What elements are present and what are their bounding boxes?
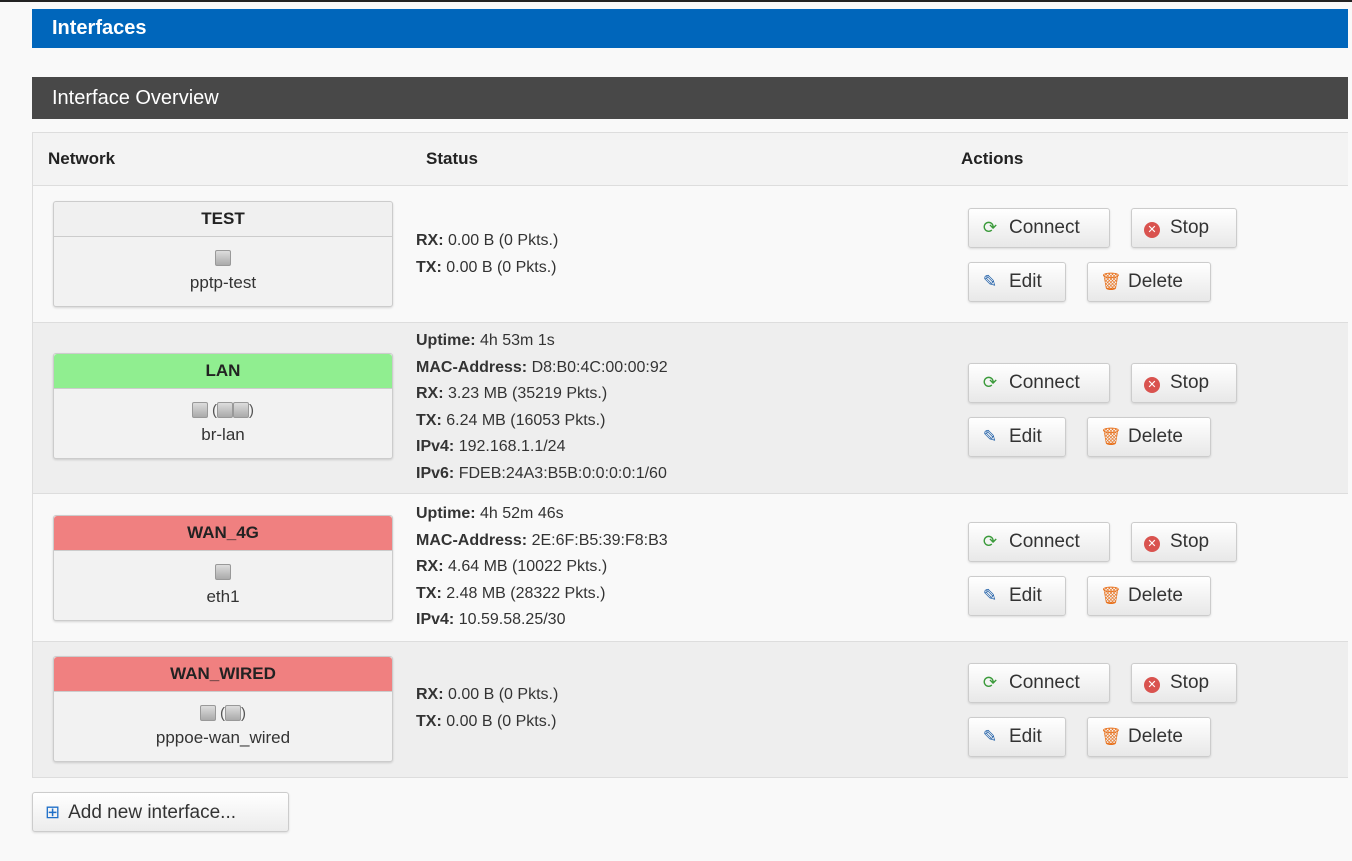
status-info: RX: 0.00 B (0 Pkts.) TX: 0.00 B (0 Pkts.… — [416, 232, 559, 276]
refresh-icon: ⟳ — [982, 673, 998, 692]
stop-button[interactable]: ✕ Stop — [1131, 663, 1237, 703]
table-row: LAN () br-lan Uptime: 4h 53m 1s MAC-Addr… — [33, 323, 1348, 494]
section-title: Interface Overview — [32, 77, 1348, 119]
status-info: Uptime: 4h 52m 46s MAC-Address: 2E:6F:B5… — [416, 505, 668, 628]
device-name: br-lan — [201, 425, 245, 444]
network-name: TEST — [54, 202, 392, 237]
network-name: WAN_4G — [54, 516, 392, 551]
connect-button[interactable]: ⟳ Connect — [968, 522, 1110, 562]
add-interface-button[interactable]: ⊞ Add new interface... — [32, 792, 289, 832]
page-title: Interfaces — [32, 9, 1348, 48]
table-row: WAN_4G eth1 Uptime: 4h 52m 46s MAC-Addre… — [33, 494, 1348, 642]
network-badge[interactable]: WAN_4G eth1 — [53, 515, 393, 621]
delete-button[interactable]: 🗑 Delete — [1087, 717, 1211, 757]
trash-icon: 🗑 — [1100, 727, 1122, 746]
top-border — [0, 0, 1352, 2]
edit-button[interactable]: ✎ Edit — [968, 717, 1066, 757]
stop-button[interactable]: ✕ Stop — [1131, 522, 1237, 562]
trash-icon: 🗑 — [1100, 586, 1122, 605]
interfaces-table: Network Status Actions TEST pptp-test RX… — [32, 132, 1348, 778]
column-status: Status — [426, 149, 478, 168]
status-info: RX: 0.00 B (0 Pkts.) TX: 0.00 B (0 Pkts.… — [416, 686, 559, 730]
delete-button[interactable]: 🗑 Delete — [1087, 576, 1211, 616]
network-badge[interactable]: LAN () br-lan — [53, 353, 393, 459]
connect-button[interactable]: ⟳ Connect — [968, 208, 1110, 248]
network-name: LAN — [54, 354, 392, 389]
refresh-icon: ⟳ — [982, 373, 998, 392]
refresh-icon: ⟳ — [982, 218, 998, 237]
stop-icon: ✕ — [1144, 222, 1160, 238]
connect-button[interactable]: ⟳ Connect — [968, 663, 1110, 703]
status-info: Uptime: 4h 53m 1s MAC-Address: D8:B0:4C:… — [416, 332, 668, 482]
stop-icon: ✕ — [1144, 536, 1160, 552]
edit-icon: ✎ — [982, 427, 998, 446]
connect-button[interactable]: ⟳ Connect — [968, 363, 1110, 403]
ethernet-device-icon — [54, 563, 392, 583]
network-badge[interactable]: WAN_WIRED () pppoe-wan_wired — [53, 656, 393, 762]
edit-button[interactable]: ✎ Edit — [968, 576, 1066, 616]
trash-icon: 🗑 — [1100, 272, 1122, 291]
edit-button[interactable]: ✎ Edit — [968, 417, 1066, 457]
refresh-icon: ⟳ — [982, 532, 998, 551]
edit-button[interactable]: ✎ Edit — [968, 262, 1066, 302]
edit-icon: ✎ — [982, 727, 998, 746]
delete-button[interactable]: 🗑 Delete — [1087, 417, 1211, 457]
stop-icon: ✕ — [1144, 677, 1160, 693]
column-actions: Actions — [961, 149, 1024, 168]
table-row: WAN_WIRED () pppoe-wan_wired RX: 0.00 B … — [33, 642, 1348, 777]
edit-icon: ✎ — [982, 586, 998, 605]
network-badge[interactable]: TEST pptp-test — [53, 201, 393, 307]
bridge-device-icon: () — [54, 401, 392, 421]
stop-button[interactable]: ✕ Stop — [1131, 363, 1237, 403]
delete-button[interactable]: 🗑 Delete — [1087, 262, 1211, 302]
column-network: Network — [48, 149, 116, 168]
stop-button[interactable]: ✕ Stop — [1131, 208, 1237, 248]
add-document-icon: ⊞ — [45, 802, 61, 822]
stop-icon: ✕ — [1144, 377, 1160, 393]
device-name: pptp-test — [189, 273, 257, 292]
table-row: TEST pptp-test RX: 0.00 B (0 Pkts.) TX: … — [33, 186, 1348, 323]
pppoe-device-icon: () — [54, 704, 392, 724]
device-name: pppoe-wan_wired — [155, 728, 291, 747]
edit-icon: ✎ — [982, 272, 998, 291]
table-header: Network Status Actions — [33, 133, 1348, 186]
network-name: WAN_WIRED — [54, 657, 392, 692]
device-name: eth1 — [206, 587, 240, 606]
tunnel-device-icon — [54, 249, 392, 269]
trash-icon: 🗑 — [1100, 427, 1122, 446]
